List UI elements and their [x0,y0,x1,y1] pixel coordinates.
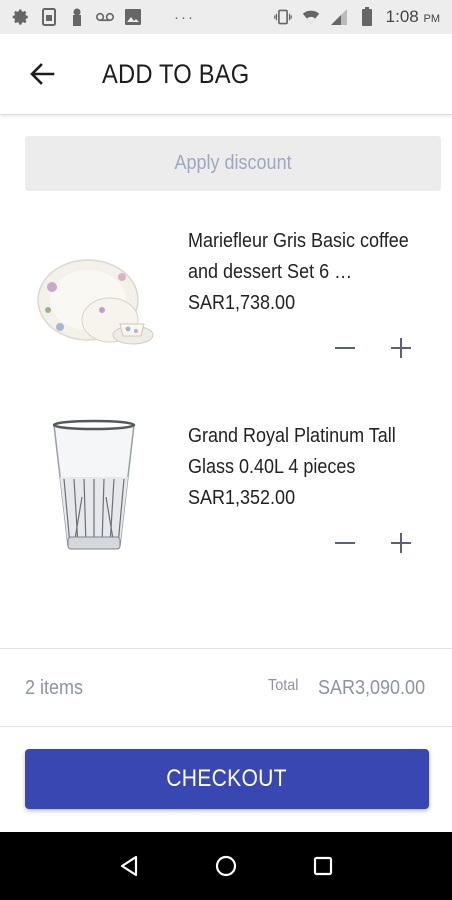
nav-recents-button[interactable] [308,851,338,881]
apply-discount-label: Apply discount [174,152,292,174]
status-time: 1:08 PM [385,7,440,26]
increase-quantity-button[interactable] [386,528,416,558]
nav-back-button[interactable] [114,851,144,881]
more-dots-icon: ··· [174,8,195,26]
system-nav-bar [0,832,452,900]
decrease-quantity-button[interactable] [330,528,360,558]
checkout-label: CHECKOUT [166,765,288,792]
circle-home-icon [215,855,237,877]
nav-home-button[interactable] [211,851,241,881]
battery-icon [358,7,376,26]
increase-quantity-button[interactable] [386,333,416,363]
plus-icon [391,533,411,553]
arrow-left-icon [30,63,55,85]
apply-discount-button[interactable]: Apply discount [25,136,441,191]
divider [0,726,452,727]
glass-image[interactable] [30,417,160,567]
vibrate-icon [273,8,292,26]
status-bar-right: 1:08 PM [273,7,440,27]
square-recents-icon [314,856,333,876]
settings-icon [12,8,30,26]
minus-icon [335,542,355,544]
page-title: ADD TO BAG [102,58,250,89]
plus-icon [391,338,411,358]
sim-card-icon [40,8,58,26]
checkout-button[interactable]: CHECKOUT [25,749,429,809]
cart-item: Grand Royal Platinum Tall Glass 0.40L 4 … [0,417,452,607]
image-icon [124,8,142,26]
total-value: SAR3,090.00 [318,677,426,699]
back-button[interactable] [22,54,62,94]
cart-item-price: SAR1,738.00 [188,292,296,314]
cart-item-name[interactable]: Grand Royal Platinum Tall Glass 0.40L 4 … [188,421,431,483]
usb-icon [68,8,86,26]
triangle-back-icon [120,855,137,877]
cart-item-name[interactable]: Mariefleur Gris Basic coffee and dessert… [188,226,431,288]
decrease-quantity-button[interactable] [330,333,360,363]
items-count: 2 items [25,677,84,699]
app-bar: ADD TO BAG [0,34,452,115]
order-summary: 2 items Total SAR3,090.00 [0,649,452,727]
status-bar-left: ··· [12,8,195,26]
cart-item: Mariefleur Gris Basic coffee and dessert… [0,222,452,412]
plate-set-image[interactable] [30,232,160,382]
voicemail-icon [96,8,114,26]
signal-icon [330,8,348,26]
total-label: Total [268,677,299,694]
minus-icon [335,347,355,349]
cart-item-price: SAR1,352.00 [188,487,296,509]
status-bar: ··· 1:08 PM [0,0,452,34]
wifi-icon [302,8,320,26]
